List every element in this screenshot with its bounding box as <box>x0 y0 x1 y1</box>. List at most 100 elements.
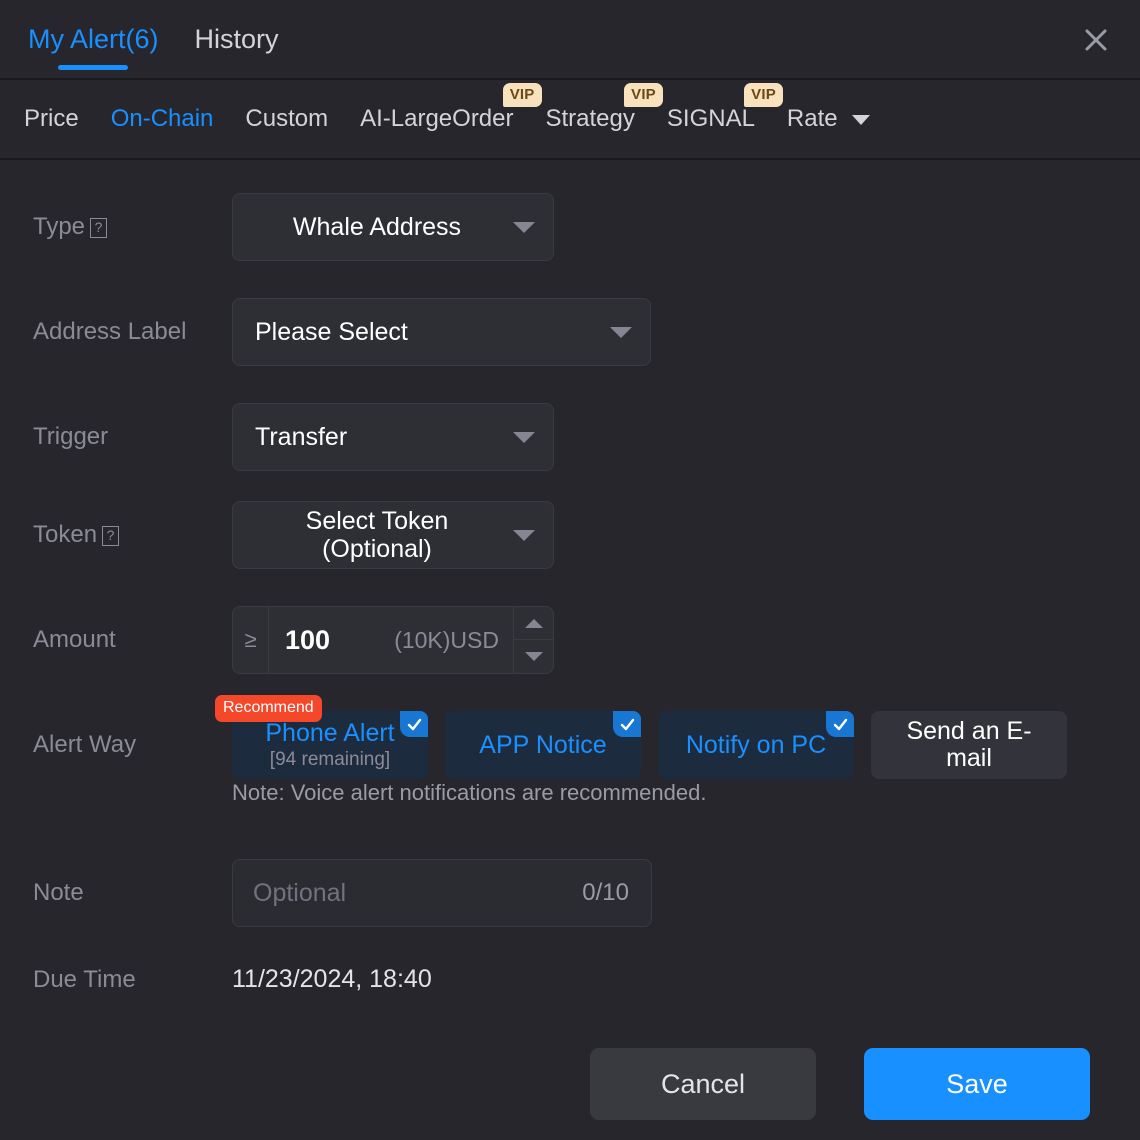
alert-way-options: Recommend Phone Alert [94 remaining] APP… <box>215 695 1067 779</box>
label-amount: Amount <box>0 626 232 654</box>
address-label-select[interactable]: Please Select <box>232 298 651 366</box>
amount-stepper-down[interactable] <box>514 640 553 673</box>
subtab-list: Price On-Chain Custom AI-LargeOrder VIP … <box>0 80 1140 160</box>
label-token-text: Token <box>33 521 98 548</box>
subtab-ai-largeorder[interactable]: AI-LargeOrder VIP <box>358 83 542 137</box>
field-row-token: Token? Select Token (Optional) <box>0 501 1140 569</box>
subtab-ai-largeorder-label: AI-LargeOrder <box>360 105 514 132</box>
field-row-alert-way: Alert Way Recommend Phone Alert [94 rema… <box>0 695 1140 779</box>
label-type: Type? <box>0 213 232 241</box>
alert-way-send-an-email[interactable]: Send an E-mail <box>871 711 1067 779</box>
label-due-time-text: Due Time <box>33 965 136 993</box>
field-row-address-label: Address Label Please Select <box>0 298 1140 366</box>
check-icon <box>826 711 854 737</box>
alert-way-app-notice-label: APP Notice <box>479 730 607 759</box>
label-alert-way-text: Alert Way <box>33 731 137 758</box>
close-button[interactable] <box>1074 18 1118 62</box>
label-trigger-text: Trigger <box>33 423 109 450</box>
amount-value: 100 <box>285 624 331 655</box>
label-address-label: Address Label <box>0 318 232 346</box>
subtab-signal-label: SIGNAL <box>666 105 755 132</box>
field-row-trigger: Trigger Transfer <box>0 403 1140 471</box>
type-select[interactable]: Whale Address <box>232 193 554 261</box>
label-note-text: Note <box>33 879 84 906</box>
amount-unit: (10K)USD <box>394 626 499 653</box>
alert-way-app-notice[interactable]: APP Notice <box>445 711 641 779</box>
save-button[interactable]: Save <box>864 1048 1090 1120</box>
field-row-note: Note Optional 0/10 <box>0 859 1140 927</box>
token-select[interactable]: Select Token (Optional) <box>232 501 554 569</box>
note-char-counter: 0/10 <box>582 879 629 906</box>
vip-badge: VIP <box>502 83 542 107</box>
cancel-button[interactable]: Cancel <box>590 1048 816 1120</box>
alert-way-notify-on-pc[interactable]: Notify on PC <box>658 711 854 779</box>
chevron-up-icon <box>524 618 543 628</box>
token-select-value-line2: (Optional) <box>322 535 432 563</box>
chevron-down-icon <box>852 114 871 125</box>
label-note: Note <box>0 879 232 907</box>
alert-way-phone-alert-sub: [94 remaining] <box>269 748 391 770</box>
subtab-strategy-label: Strategy <box>545 105 635 132</box>
chevron-down-icon <box>524 652 543 661</box>
subtab-price-label: Price <box>24 105 79 132</box>
chevron-down-icon <box>513 432 535 443</box>
label-trigger: Trigger <box>0 423 232 451</box>
vip-badge: VIP <box>744 83 783 107</box>
label-due-time: Due Time <box>0 966 232 994</box>
trigger-select[interactable]: Transfer <box>232 403 554 471</box>
tab-my-alert[interactable]: My Alert(6) <box>24 22 163 70</box>
subtab-custom[interactable]: Custom <box>243 101 330 137</box>
alert-way-send-an-email-label: Send an E-mail <box>906 717 1032 772</box>
field-row-due-time: Due Time 11/23/2024, 18:40 <box>0 965 1140 994</box>
amount-stepper <box>513 607 553 673</box>
chevron-down-icon <box>513 222 535 233</box>
recommend-badge: Recommend <box>215 695 322 722</box>
note-input[interactable]: Optional 0/10 <box>232 859 652 927</box>
label-type-text: Type <box>33 213 86 240</box>
check-icon <box>613 711 641 737</box>
subtab-signal[interactable]: SIGNAL VIP <box>665 83 783 137</box>
address-label-select-value: Please Select <box>255 318 408 346</box>
alert-way-phone-alert-label: Phone Alert <box>265 718 395 747</box>
due-time-value[interactable]: 11/23/2024, 18:40 <box>232 965 432 994</box>
tab-history[interactable]: History <box>191 22 283 70</box>
note-input-placeholder: Optional <box>253 878 347 907</box>
alert-dialog: My Alert(6) History Price On-Chain Custo… <box>0 0 1140 1140</box>
field-row-amount: Amount ≥ 100 (10K)USD <box>0 606 1140 674</box>
dialog-header: My Alert(6) History <box>0 0 1140 80</box>
amount-operator[interactable]: ≥ <box>233 607 269 673</box>
subtab-price[interactable]: Price <box>22 101 81 137</box>
label-alert-way: Alert Way <box>0 731 232 759</box>
dialog-footer: Cancel Save <box>0 1028 1140 1140</box>
alert-way-notify-on-pc-label: Notify on PC <box>685 730 827 759</box>
amount-input-group[interactable]: ≥ 100 (10K)USD <box>232 606 554 674</box>
help-icon[interactable]: ? <box>102 526 120 546</box>
trigger-select-value: Transfer <box>255 423 348 451</box>
dialog-body: Type? Whale Address Address Label Please… <box>0 160 1140 1140</box>
field-row-type: Type? Whale Address <box>0 193 1140 261</box>
chevron-down-icon <box>513 530 535 541</box>
amount-stepper-up[interactable] <box>514 607 553 640</box>
subtab-custom-label: Custom <box>245 105 329 132</box>
token-select-value-line1: Select Token <box>305 507 449 535</box>
type-select-value: Whale Address <box>292 213 462 241</box>
close-icon <box>1085 29 1107 51</box>
vip-badge: VIP <box>624 83 663 107</box>
tab-history-label: History <box>194 24 279 54</box>
header-tab-list: My Alert(6) History <box>0 0 283 70</box>
alert-way-note: Note: Voice alert notifications are reco… <box>232 780 707 805</box>
amount-input[interactable]: 100 (10K)USD <box>269 607 513 673</box>
subtab-strategy[interactable]: Strategy VIP <box>544 83 663 137</box>
chevron-down-icon <box>610 327 632 338</box>
help-icon[interactable]: ? <box>90 218 108 238</box>
check-icon <box>400 711 428 737</box>
label-token: Token? <box>0 521 232 549</box>
subtab-on-chain-label: On-Chain <box>110 105 214 132</box>
subtab-rate-label: Rate <box>786 105 838 132</box>
alert-way-phone-alert[interactable]: Recommend Phone Alert [94 remaining] <box>215 695 428 779</box>
tab-my-alert-label: My Alert(6) <box>28 24 159 54</box>
subtab-on-chain[interactable]: On-Chain <box>109 101 216 137</box>
label-address-label-text: Address Label <box>33 318 187 345</box>
subtab-rate[interactable]: Rate <box>785 101 872 137</box>
label-amount-text: Amount <box>33 626 116 653</box>
